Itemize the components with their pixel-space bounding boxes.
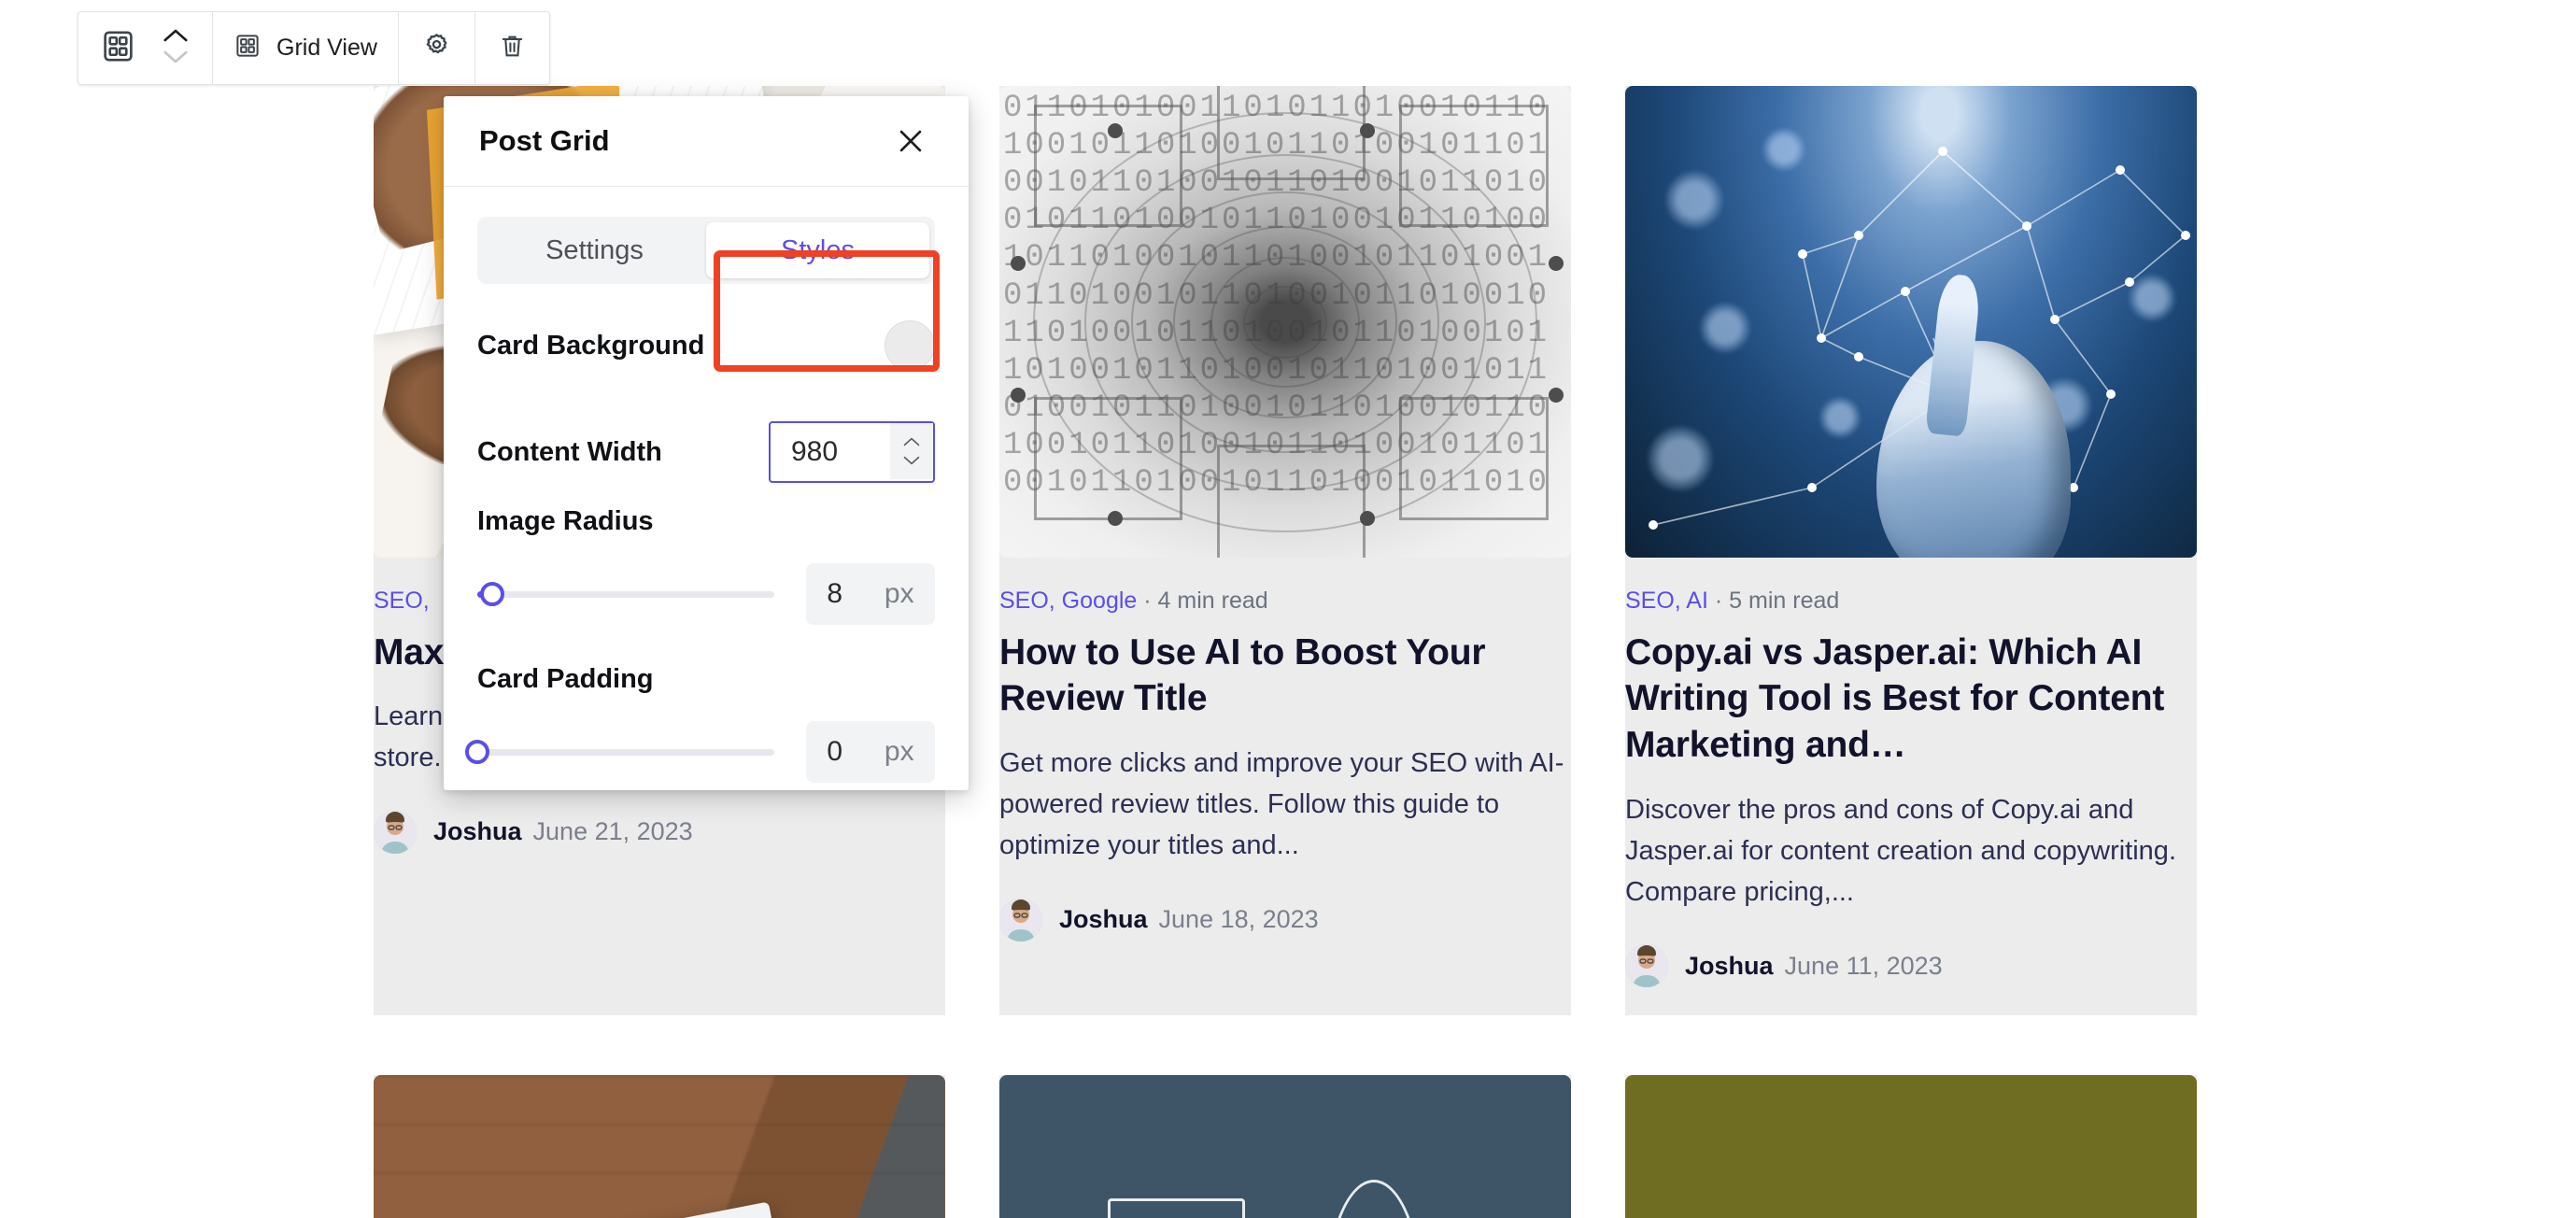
- post-author[interactable]: Joshua: [1685, 952, 1774, 981]
- image-radius-slider[interactable]: [477, 582, 774, 606]
- settings-group[interactable]: [399, 12, 475, 84]
- post-image-laptop-dashboard: 2500 1.51 2,500 4,567 2,315 7,325: [374, 1075, 945, 1218]
- grid-view-icon: [234, 32, 262, 64]
- panel-header: Post Grid: [444, 96, 969, 187]
- card-padding-slider[interactable]: [465, 740, 774, 764]
- wood-wall-background: [374, 1075, 945, 1218]
- image-radius-value[interactable]: 8 px: [806, 563, 935, 625]
- gear-icon: [421, 31, 452, 66]
- content-width-label: Content Width: [477, 436, 662, 467]
- block-type-button[interactable]: [88, 12, 149, 84]
- post-excerpt: Get more clicks and improve your SEO wit…: [999, 748, 1564, 861]
- avatar: [374, 810, 417, 854]
- tab-styles[interactable]: Styles: [706, 222, 929, 278]
- slider-track: [477, 590, 774, 598]
- card-background-row: Card Background: [444, 301, 969, 390]
- avatar: [999, 898, 1042, 942]
- card-padding-control[interactable]: Card Padding 0 px: [444, 664, 969, 783]
- editor-canvas: SEO, Max… Vid… Learn… sales… a video sec…: [0, 86, 2576, 1218]
- post-date: June 21, 2023: [532, 817, 693, 846]
- image-radius-label: Image Radius: [477, 506, 654, 536]
- card-background-label: Card Background: [477, 330, 705, 361]
- post-category[interactable]: SEO, Google: [999, 588, 1137, 614]
- image-radius-control[interactable]: Image Radius 8 px: [444, 506, 969, 625]
- card-padding-label: Card Padding: [477, 664, 654, 694]
- card-padding-value[interactable]: 0 px: [806, 721, 935, 783]
- grid-view-group[interactable]: Grid View: [213, 12, 399, 84]
- post-date: June 18, 2023: [1158, 905, 1319, 934]
- slider-thumb[interactable]: [465, 740, 489, 764]
- chevron-down-icon: [903, 456, 920, 465]
- trash-icon: [498, 32, 527, 65]
- post-author[interactable]: Joshua: [433, 817, 522, 846]
- video-window-icon: [1108, 1197, 1246, 1218]
- post-card[interactable]: 2500 1.51 2,500 4,567 2,315 7,325: [374, 1075, 945, 1218]
- post-title[interactable]: Copy.ai vs Jasper.ai: Which AI Writing T…: [1625, 630, 2197, 770]
- slider-track: [477, 748, 774, 756]
- post-image-binary-tunnel: 0110101001101011010010110100101101001011…: [999, 86, 1571, 558]
- post-readtime: · 5 min read: [1714, 588, 1840, 614]
- chevron-up-icon[interactable]: [162, 27, 190, 49]
- post-card[interactable]: 0110101001101011010010110100101101001011…: [999, 86, 1571, 1016]
- post-image-robot-network: [1625, 86, 2197, 558]
- post-category[interactable]: SEO, AI: [1625, 588, 1708, 614]
- grid-view-label: Grid View: [276, 35, 377, 61]
- post-category[interactable]: SEO,: [374, 588, 430, 614]
- post-byline: Joshua June 11, 2023: [1625, 944, 2197, 1015]
- settings-button[interactable]: [408, 12, 465, 84]
- card-padding-number: 0: [827, 736, 843, 767]
- post-excerpt: Discover the pros and cons of Copy.ai an…: [1625, 795, 2176, 908]
- chevron-up-icon: [903, 437, 920, 446]
- delete-button[interactable]: [485, 12, 540, 84]
- delete-group[interactable]: [475, 12, 549, 84]
- post-title[interactable]: How to Use AI to Boost Your Review Title: [999, 630, 1571, 723]
- post-grid-settings-panel[interactable]: Post Grid Settings Styles Card Backgroun…: [444, 96, 969, 790]
- content-width-control[interactable]: 980: [769, 421, 935, 483]
- panel-tabs[interactable]: Settings Styles: [477, 217, 935, 284]
- post-card[interactable]: [1625, 1075, 2197, 1218]
- image-radius-unit: px: [884, 578, 914, 609]
- post-readtime: · 4 min read: [1143, 588, 1268, 614]
- post-meta: SEO, Google · 4 min read: [999, 558, 1571, 616]
- panel-title: Post Grid: [479, 124, 610, 157]
- post-date: June 11, 2023: [1784, 951, 1943, 980]
- chevron-down-icon[interactable]: [162, 49, 190, 70]
- avatar: [1625, 944, 1668, 988]
- content-width-stepper[interactable]: [890, 423, 933, 479]
- share-icon: [1324, 1179, 1422, 1218]
- image-radius-number: 8: [827, 578, 843, 609]
- grid-squares-overlay: [999, 86, 1571, 558]
- post-image-olive-blocks: [1625, 1075, 2197, 1218]
- block-mover[interactable]: [149, 27, 203, 70]
- post-byline: Joshua June 21, 2023: [374, 810, 945, 882]
- card-padding-unit: px: [884, 736, 914, 767]
- post-author[interactable]: Joshua: [1059, 905, 1148, 934]
- close-icon[interactable]: [888, 119, 933, 163]
- block-toolbar[interactable]: Grid View: [78, 11, 550, 85]
- grid-block-icon: [101, 29, 135, 68]
- post-image-multimedia-share: Multimedia Share: [999, 1075, 1571, 1218]
- post-byline: Joshua June 18, 2023: [999, 898, 1571, 970]
- tab-settings[interactable]: Settings: [483, 222, 706, 278]
- post-card[interactable]: Multimedia Share: [999, 1075, 1571, 1218]
- post-card[interactable]: SEO, AI · 5 min read Copy.ai vs Jasper.a…: [1625, 86, 2197, 1016]
- card-background-color-swatch[interactable]: [885, 320, 935, 371]
- slider-thumb[interactable]: [479, 582, 504, 606]
- post-meta: SEO, AI · 5 min read: [1625, 558, 2197, 616]
- block-type-group: [78, 12, 213, 84]
- content-width-row: Content Width 980: [444, 407, 969, 497]
